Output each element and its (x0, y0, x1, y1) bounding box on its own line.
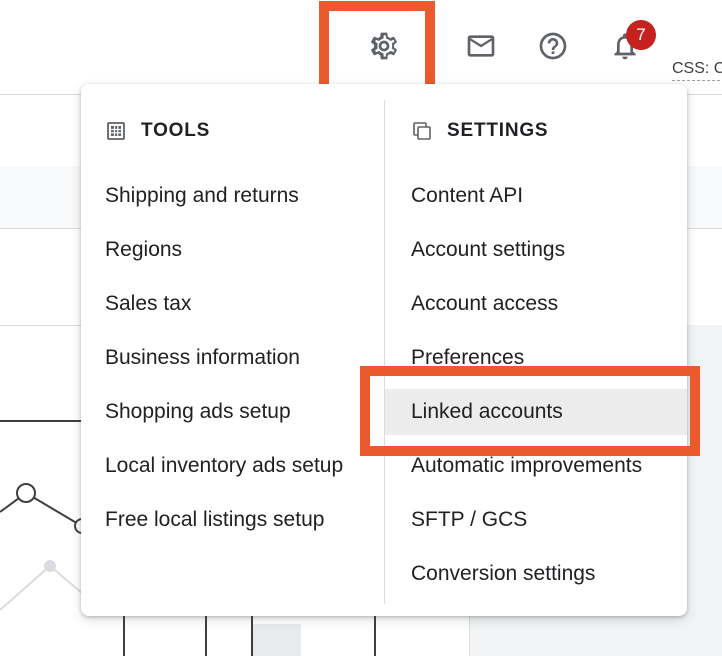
menu-item-shopping-ads-setup[interactable]: Shopping ads setup (81, 389, 384, 435)
menu-item-regions[interactable]: Regions (81, 227, 384, 273)
table-icon (105, 120, 127, 142)
menu-item-account-settings[interactable]: Account settings (385, 227, 687, 273)
menu-item-sftp-gcs[interactable]: SFTP / GCS (385, 497, 687, 543)
menu-item-content-api[interactable]: Content API (385, 173, 687, 219)
mail-button[interactable] (461, 26, 501, 66)
menu-item-business-information[interactable]: Business information (81, 335, 384, 381)
menu-item-sales-tax[interactable]: Sales tax (81, 281, 384, 327)
linked-accounts-highlight-box (360, 366, 700, 456)
menu-item-shipping-and-returns[interactable]: Shipping and returns (81, 173, 384, 219)
help-button[interactable] (533, 26, 573, 66)
mail-icon (467, 35, 495, 57)
menu-item-free-local-listings-setup[interactable]: Free local listings setup (81, 497, 384, 543)
help-icon (539, 32, 567, 60)
copy-icon (411, 120, 433, 142)
settings-dropdown-menu: TOOLS Shipping and returns Regions Sales… (81, 84, 687, 616)
settings-title: SETTINGS (447, 120, 549, 141)
menu-item-local-inventory-ads-setup[interactable]: Local inventory ads setup (81, 443, 384, 489)
menu-item-conversion-settings[interactable]: Conversion settings (385, 551, 687, 597)
notification-badge: 7 (626, 20, 656, 50)
settings-header: SETTINGS (411, 120, 548, 142)
css-account-label[interactable]: CSS: C (672, 60, 722, 81)
menu-item-account-access[interactable]: Account access (385, 281, 687, 327)
tools-title: TOOLS (141, 120, 211, 141)
tools-header: TOOLS (105, 120, 210, 142)
